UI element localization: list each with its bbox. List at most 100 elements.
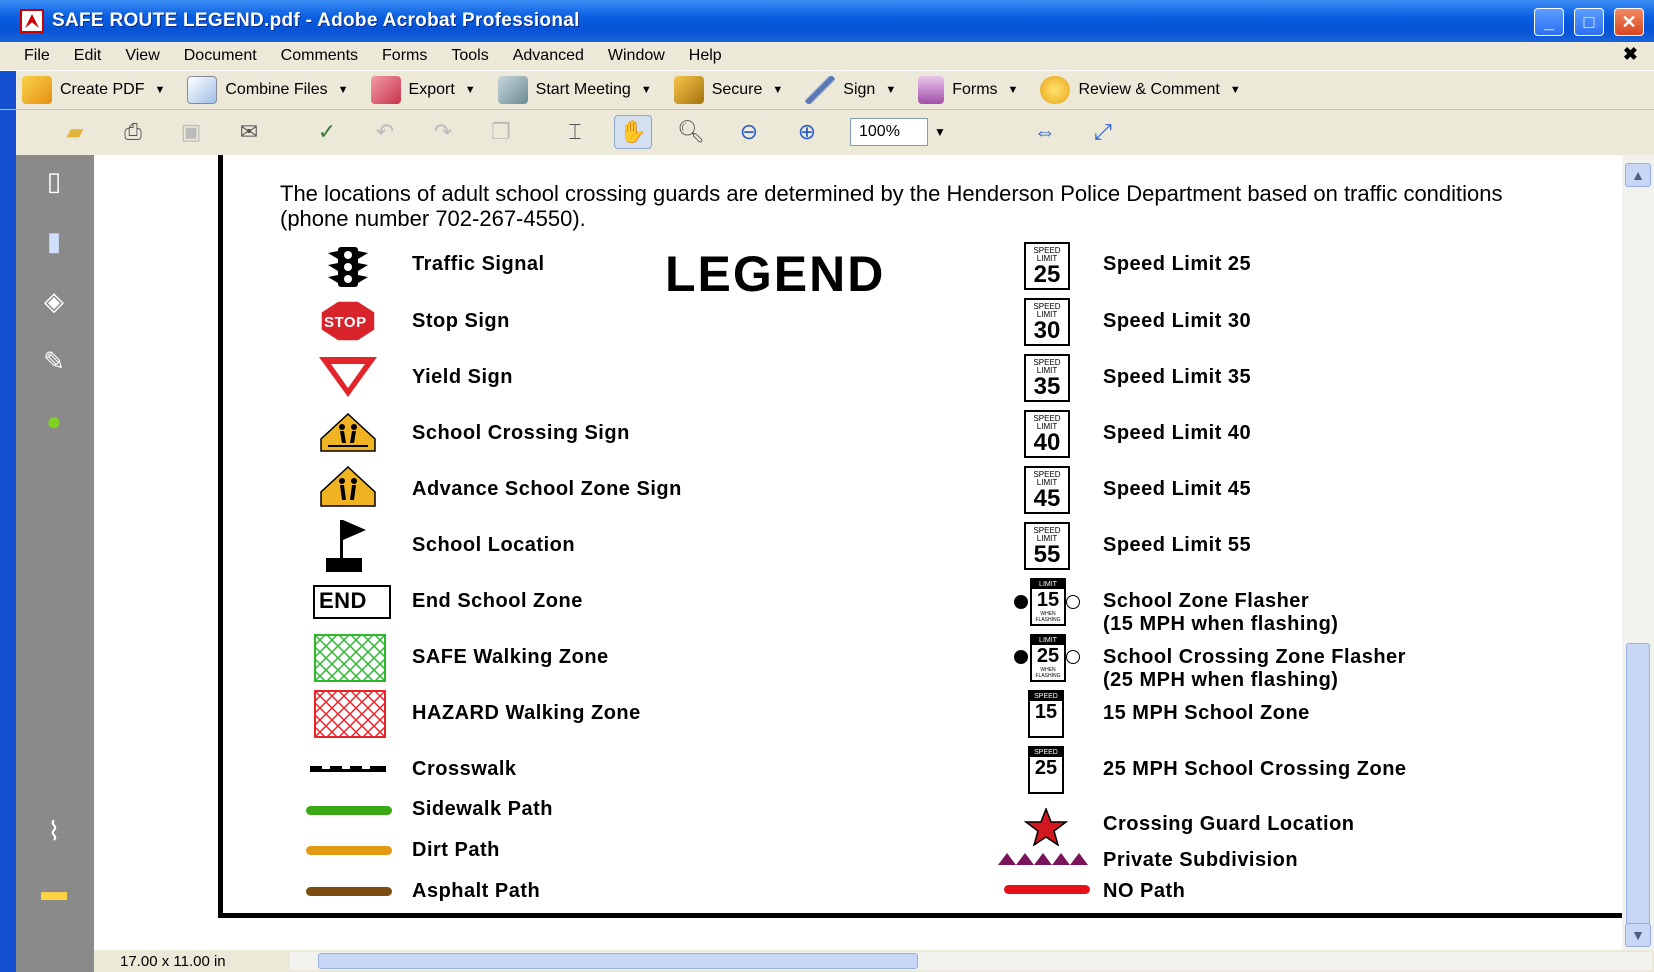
menu-comments[interactable]: Comments: [281, 47, 358, 65]
window-frame-left: [0, 70, 16, 972]
scroll-down-button[interactable]: ▼: [1625, 923, 1651, 947]
chevron-down-icon: ▼: [640, 84, 652, 96]
minimize-button[interactable]: _: [1534, 8, 1564, 36]
bookmarks-icon[interactable]: ▮: [36, 225, 72, 257]
secure-button[interactable]: Secure ▼: [673, 73, 783, 107]
pages-icon[interactable]: ▯: [36, 165, 72, 197]
legend-label-15-mph-school-zone: 15 MPH School Zone: [1103, 702, 1310, 724]
start-meeting-button[interactable]: Start Meeting ▼: [497, 73, 652, 107]
title-bar[interactable]: SAFE ROUTE LEGEND.pdf - Adobe Acrobat Pr…: [0, 0, 1654, 42]
signatures-icon[interactable]: ✎: [36, 345, 72, 377]
hazard-zone-hatch-icon: [314, 690, 386, 738]
open-folder-icon[interactable]: ▰: [56, 115, 94, 149]
zoom-level-field[interactable]: 100%: [850, 118, 928, 146]
layers-icon[interactable]: ◈: [36, 285, 72, 317]
speed-limit-40-sign: SPEED LIMIT 40: [1024, 410, 1070, 458]
legend-label-speed-limit-55: Speed Limit 55: [1103, 534, 1252, 556]
redo-icon[interactable]: ↷: [424, 115, 462, 149]
menu-advanced[interactable]: Advanced: [513, 47, 584, 65]
hand-tool-icon[interactable]: ✋: [614, 115, 652, 149]
legend-label-school-zone-flasher-note: (15 MPH when flashing): [1103, 613, 1339, 635]
flasher-left-light-icon: [1014, 650, 1028, 664]
legend-label-crossing-guard-location: Crossing Guard Location: [1103, 813, 1355, 835]
menu-forms[interactable]: Forms: [382, 47, 427, 65]
legend-label-no-path: NO Path: [1103, 880, 1186, 902]
intro-paragraph: The locations of adult school crossing g…: [280, 181, 1503, 231]
asphalt-path-line: [306, 887, 392, 896]
tasks-toolbar: Create PDF ▼ Combine Files ▼ Export ▼ Start…: [0, 70, 1654, 110]
menu-bar: File Edit View Document Comments Forms T…: [0, 42, 1654, 70]
sidewalk-path-line: [306, 806, 392, 815]
attachments-icon[interactable]: ⌇: [36, 815, 72, 847]
create-pdf-icon: [22, 76, 52, 104]
maximize-button[interactable]: □: [1574, 8, 1604, 36]
scroll-up-button[interactable]: ▲: [1625, 163, 1651, 187]
print-icon[interactable]: ⎙: [114, 115, 152, 149]
copy-icon[interactable]: ❐: [482, 115, 520, 149]
zoom-in-icon[interactable]: ⊕: [788, 115, 826, 149]
help-icon[interactable]: ●: [36, 405, 72, 437]
legend-label-speed-limit-45: Speed Limit 45: [1103, 478, 1252, 500]
horizontal-scroll-thumb[interactable]: [318, 953, 918, 969]
menu-edit[interactable]: Edit: [74, 47, 102, 65]
school-flag-icon: [326, 520, 366, 572]
review-comment-button[interactable]: Review & Comment ▼: [1040, 73, 1241, 107]
horizontal-scrollbar[interactable]: [290, 952, 1652, 970]
yield-sign-icon: [319, 357, 377, 397]
legend-label-stop-sign: Stop Sign: [412, 310, 510, 332]
pen-icon: [805, 76, 836, 104]
lock-icon: [673, 76, 704, 104]
legend-label-crosswalk: Crosswalk: [412, 758, 517, 780]
close-window-button[interactable]: ✕: [1614, 8, 1644, 36]
school-crossing-sign-icon: [320, 413, 376, 452]
zoom-tool-icon[interactable]: 🔍︎: [672, 115, 710, 149]
save-icon[interactable]: ▣: [172, 115, 210, 149]
legend-label-school-location: School Location: [412, 534, 576, 556]
star-icon: [1024, 808, 1068, 846]
spellcheck-icon[interactable]: ✓: [308, 115, 346, 149]
legend-label-hazard-walking-zone: HAZARD Walking Zone: [412, 702, 641, 724]
vertical-scroll-thumb[interactable]: [1626, 643, 1650, 931]
speed-limit-30-sign: SPEED LIMIT 30: [1024, 298, 1070, 346]
menu-file[interactable]: File: [24, 47, 50, 65]
legend-label-dirt-path: Dirt Path: [412, 839, 500, 861]
school-crossing-zone-25-sign: SPEED LIMIT 25: [1028, 746, 1064, 794]
crosswalk-icon: [310, 766, 386, 772]
export-button[interactable]: Export ▼: [370, 73, 476, 107]
menu-view[interactable]: View: [125, 47, 159, 65]
fit-page-icon[interactable]: ⤢: [1084, 115, 1122, 149]
legend-label-advance-school-zone-sign: Advance School Zone Sign: [412, 478, 682, 500]
combine-files-button[interactable]: Combine Files ▼: [187, 73, 349, 107]
fit-width-icon[interactable]: ⇔: [1026, 115, 1064, 149]
legend-label-asphalt-path: Asphalt Path: [412, 880, 541, 902]
legend-label-speed-limit-30: Speed Limit 30: [1103, 310, 1252, 332]
menu-document[interactable]: Document: [184, 47, 257, 65]
undo-icon[interactable]: ↶: [366, 115, 404, 149]
menu-window[interactable]: Window: [608, 47, 665, 65]
chevron-down-icon[interactable]: ▼: [934, 125, 946, 139]
legend-label-25-mph-school-crossing-zone: 25 MPH School Crossing Zone: [1103, 758, 1407, 780]
comments-icon[interactable]: ▬: [36, 875, 72, 907]
school-zone-15-sign: SPEED LIMIT 15: [1028, 690, 1064, 738]
end-sign-text: END: [319, 588, 367, 613]
legend-label-speed-limit-25: Speed Limit 25: [1103, 253, 1252, 275]
start-meeting-icon: [497, 76, 528, 104]
speed-limit-35-sign: SPEED LIMIT 35: [1024, 354, 1070, 402]
menu-help[interactable]: Help: [689, 47, 722, 65]
sign-button[interactable]: Sign ▼: [805, 73, 896, 107]
school-zone-flasher-sign: LIMIT 15 WHEN FLASHING: [1030, 578, 1066, 626]
status-bar: 17.00 x 11.00 in: [94, 950, 1654, 972]
menu-tools[interactable]: Tools: [451, 47, 488, 65]
tools-toolbar: ▰ ⎙ ▣ ✉ ✓ ↶ ↷ ❐ ⌶ ✋ 🔍︎ ⊖ ⊕ 100% ▼ ⇔ ⤢: [0, 110, 1654, 154]
select-text-icon[interactable]: ⌶: [556, 115, 594, 149]
forms-button[interactable]: Forms ▼: [918, 73, 1018, 107]
flasher-left-light-icon: [1014, 595, 1028, 609]
email-icon[interactable]: ✉: [230, 115, 268, 149]
zoom-out-icon[interactable]: ⊖: [730, 115, 768, 149]
legend-label-yield-sign: Yield Sign: [412, 366, 513, 388]
dirt-path-line: [306, 846, 392, 855]
create-pdf-button[interactable]: Create PDF ▼: [22, 73, 165, 107]
close-document-button[interactable]: ✖: [1623, 44, 1638, 65]
vertical-scrollbar[interactable]: ▲ ▼: [1622, 155, 1654, 950]
window-title: SAFE ROUTE LEGEND.pdf - Adobe Acrobat Pr…: [52, 10, 580, 31]
